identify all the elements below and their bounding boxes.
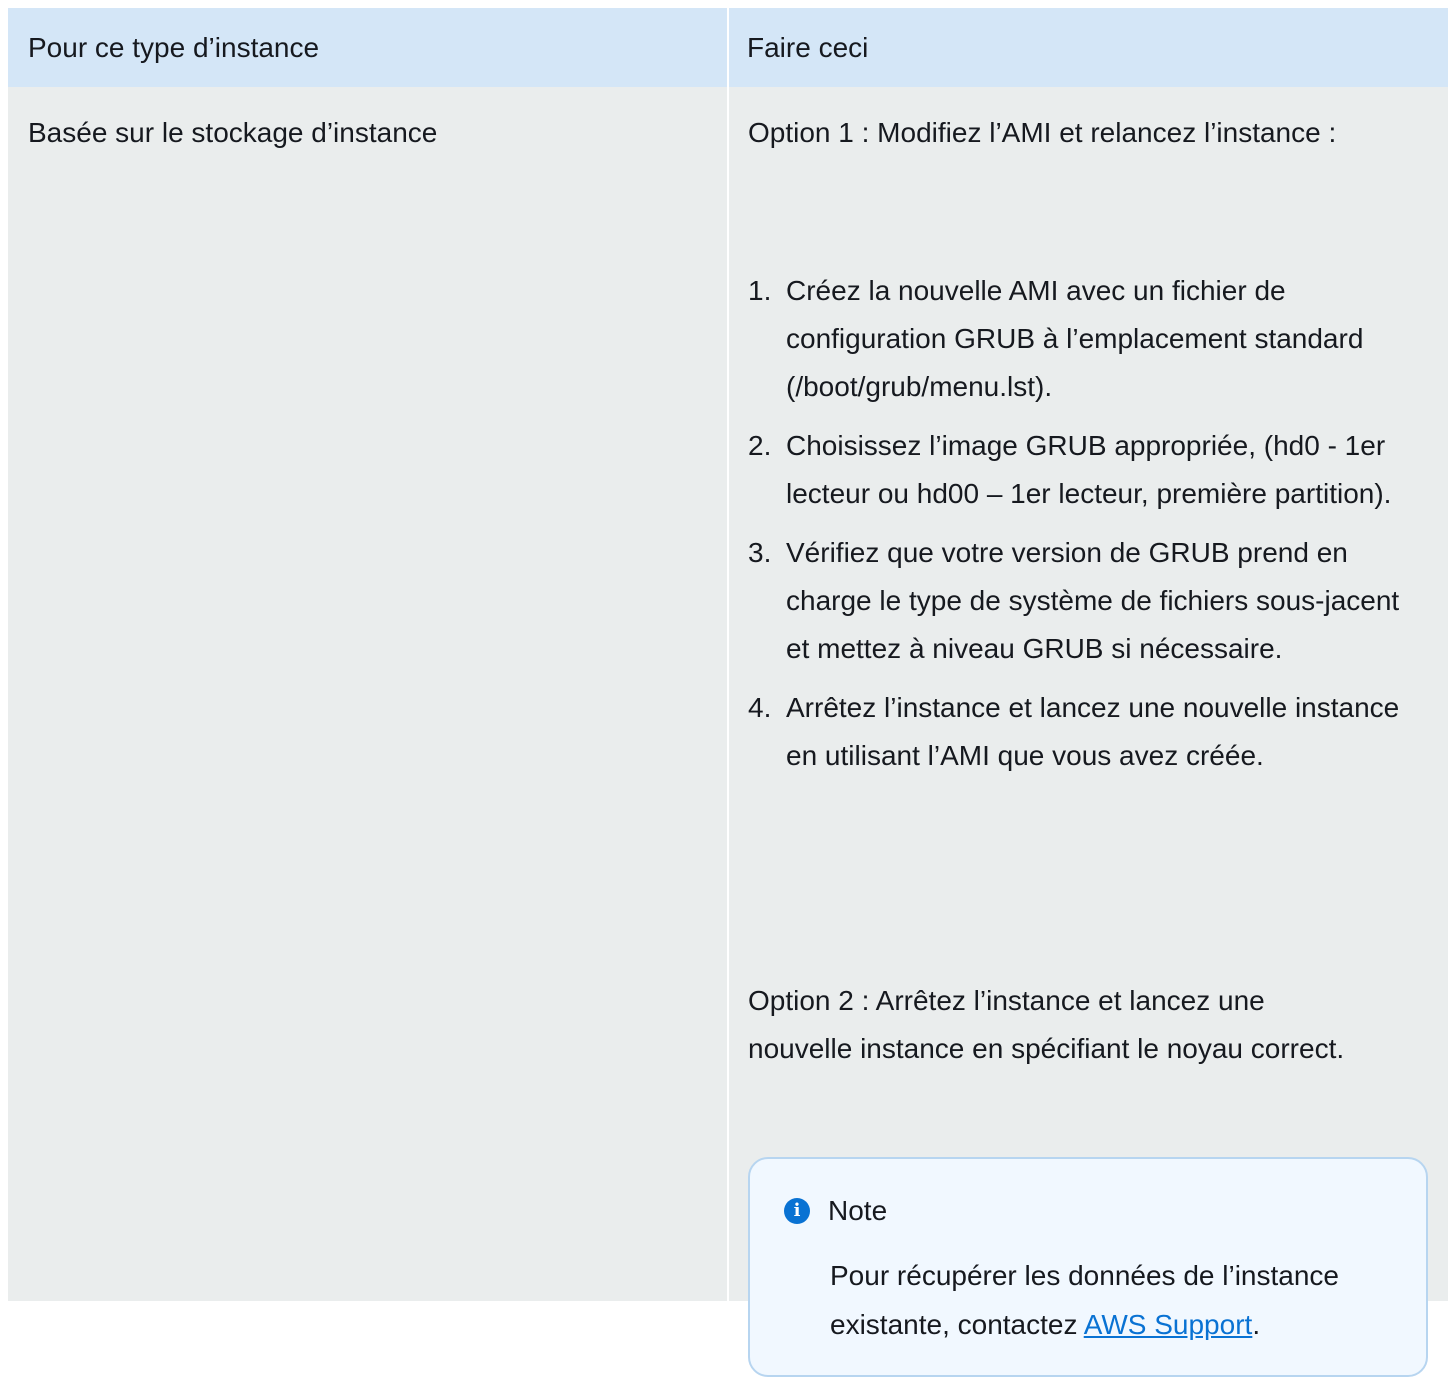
header-action: Faire ceci [747, 31, 869, 63]
list-item: 4. Arrêtez l’instance et lancez une nouv… [748, 684, 1428, 780]
header-instance-type: Pour ce type d’instance [28, 31, 320, 63]
list-item: 1. Créez la nouvelle AMI avec un fichier… [748, 267, 1428, 411]
step-text: Choisissez l’image GRUB appropriée, (hd0… [786, 430, 1392, 509]
note-header: i Note [784, 1195, 887, 1227]
info-icon: i [784, 1198, 810, 1224]
option1-steps-list: 1. Créez la nouvelle AMI avec un fichier… [748, 267, 1428, 791]
step-number: 4. [748, 692, 772, 723]
note-title: Note [828, 1195, 888, 1226]
step-text: Arrêtez l’instance et lancez une nouvell… [786, 692, 1400, 771]
step-number: 3. [748, 537, 772, 568]
step-text: Vérifiez que votre version de GRUB prend… [786, 537, 1400, 664]
note-text-end: . [1252, 1309, 1261, 1340]
list-item: 2. Choisissez l’image GRUB appropriée, (… [748, 422, 1428, 518]
option1-intro: Option 1 : Modifiez l’AMI et relancez l’… [748, 117, 1337, 148]
aws-support-link[interactable]: AWS Support [1084, 1309, 1253, 1340]
step-number: 2. [748, 430, 772, 461]
note-body: Pour récupérer les données de l’instance… [830, 1251, 1400, 1349]
step-number: 1. [748, 275, 772, 306]
table-row: Basée sur le stockage d’instance Option … [8, 87, 1448, 1377]
instance-table: Pour ce type d’instance Faire ceci Basée… [8, 8, 1448, 1377]
step-text: Créez la nouvelle AMI avec un fichier de… [786, 275, 1364, 402]
option2-text: Option 2 : Arrêtez l’instance et lancez … [748, 985, 1345, 1064]
note-callout: i Note Pour récupérer les données de l’i… [748, 1157, 1428, 1377]
instance-type-text: Basée sur le stockage d’instance [28, 117, 438, 148]
list-item: 3. Vérifiez que votre version de GRUB pr… [748, 529, 1428, 673]
